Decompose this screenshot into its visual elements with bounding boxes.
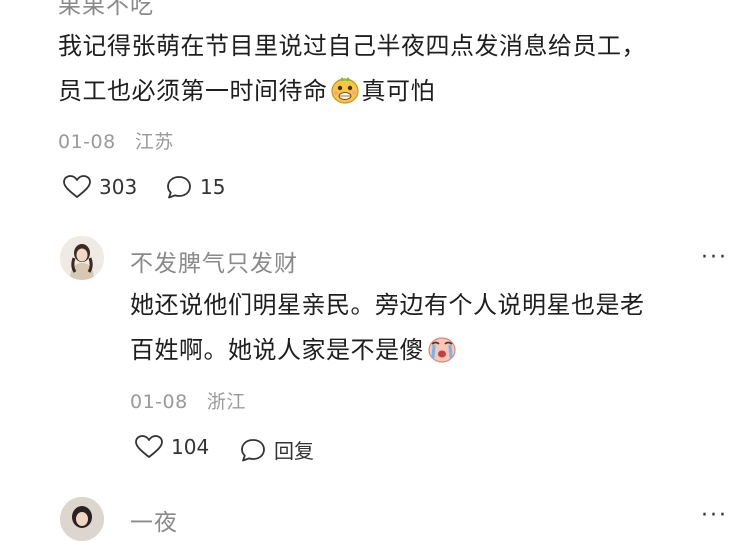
like-count: 303 [99, 175, 138, 199]
comment-bubble-icon [167, 176, 191, 199]
comment-location: 浙江 [206, 391, 246, 413]
crying-emoji-icon [426, 333, 458, 378]
comment-text-line: 我记得张萌在节目里说过自己半夜四点发消息给员工， [58, 32, 646, 60]
heart-icon [135, 435, 163, 458]
comment-text-segment: 员工也必须第一时间待命 [58, 77, 328, 105]
like-button[interactable]: 303 [63, 175, 137, 199]
more-icon[interactable]: ··· [701, 503, 728, 528]
comment-text-line: 员工也必须第一时间待命 真可怕 [58, 69, 738, 119]
reply-button[interactable]: 回复 [240, 435, 314, 464]
comment-username[interactable]: 果果不吃 [58, 0, 154, 20]
comment-username[interactable]: 不发脾气只发财 [130, 244, 298, 278]
comment-text: 我记得张萌在节目里说过自己半夜四点发消息给员工， 员工也必须第一时间待命 真可怕 [58, 24, 738, 119]
comment-date: 01-08 [130, 391, 188, 413]
reply-count: 15 [200, 175, 226, 199]
reply-label: 回复 [274, 439, 314, 463]
like-button[interactable]: 104 [135, 435, 209, 459]
comment-text-segment: 百姓啊。她说人家是不是傻 [130, 336, 424, 364]
comment-text-segment: 真可怕 [361, 77, 435, 105]
heart-icon [63, 175, 91, 198]
comment-location: 江苏 [134, 131, 174, 153]
reply-button[interactable]: 15 [166, 175, 225, 199]
like-count: 104 [171, 435, 210, 459]
comment-bubble-icon [241, 438, 265, 461]
comment-meta: 01-08 江苏 [58, 127, 174, 154]
more-icon[interactable]: ··· [701, 245, 728, 270]
comment-meta: 01-08 浙江 [130, 387, 246, 414]
comment-text-line: 她还说他们明星亲民。旁边有个人说明星也是老 [130, 291, 645, 319]
comment-text-line: 百姓啊。她说人家是不是傻 [130, 328, 740, 378]
comment-date: 01-08 [58, 131, 116, 153]
grimace-emoji-icon [330, 74, 360, 119]
avatar[interactable] [60, 497, 104, 541]
comment-username[interactable]: 一夜 [130, 503, 178, 537]
comment-text: 她还说他们明星亲民。旁边有个人说明星也是老 百姓啊。她说人家是不是傻 [130, 283, 740, 378]
avatar[interactable] [60, 236, 104, 280]
